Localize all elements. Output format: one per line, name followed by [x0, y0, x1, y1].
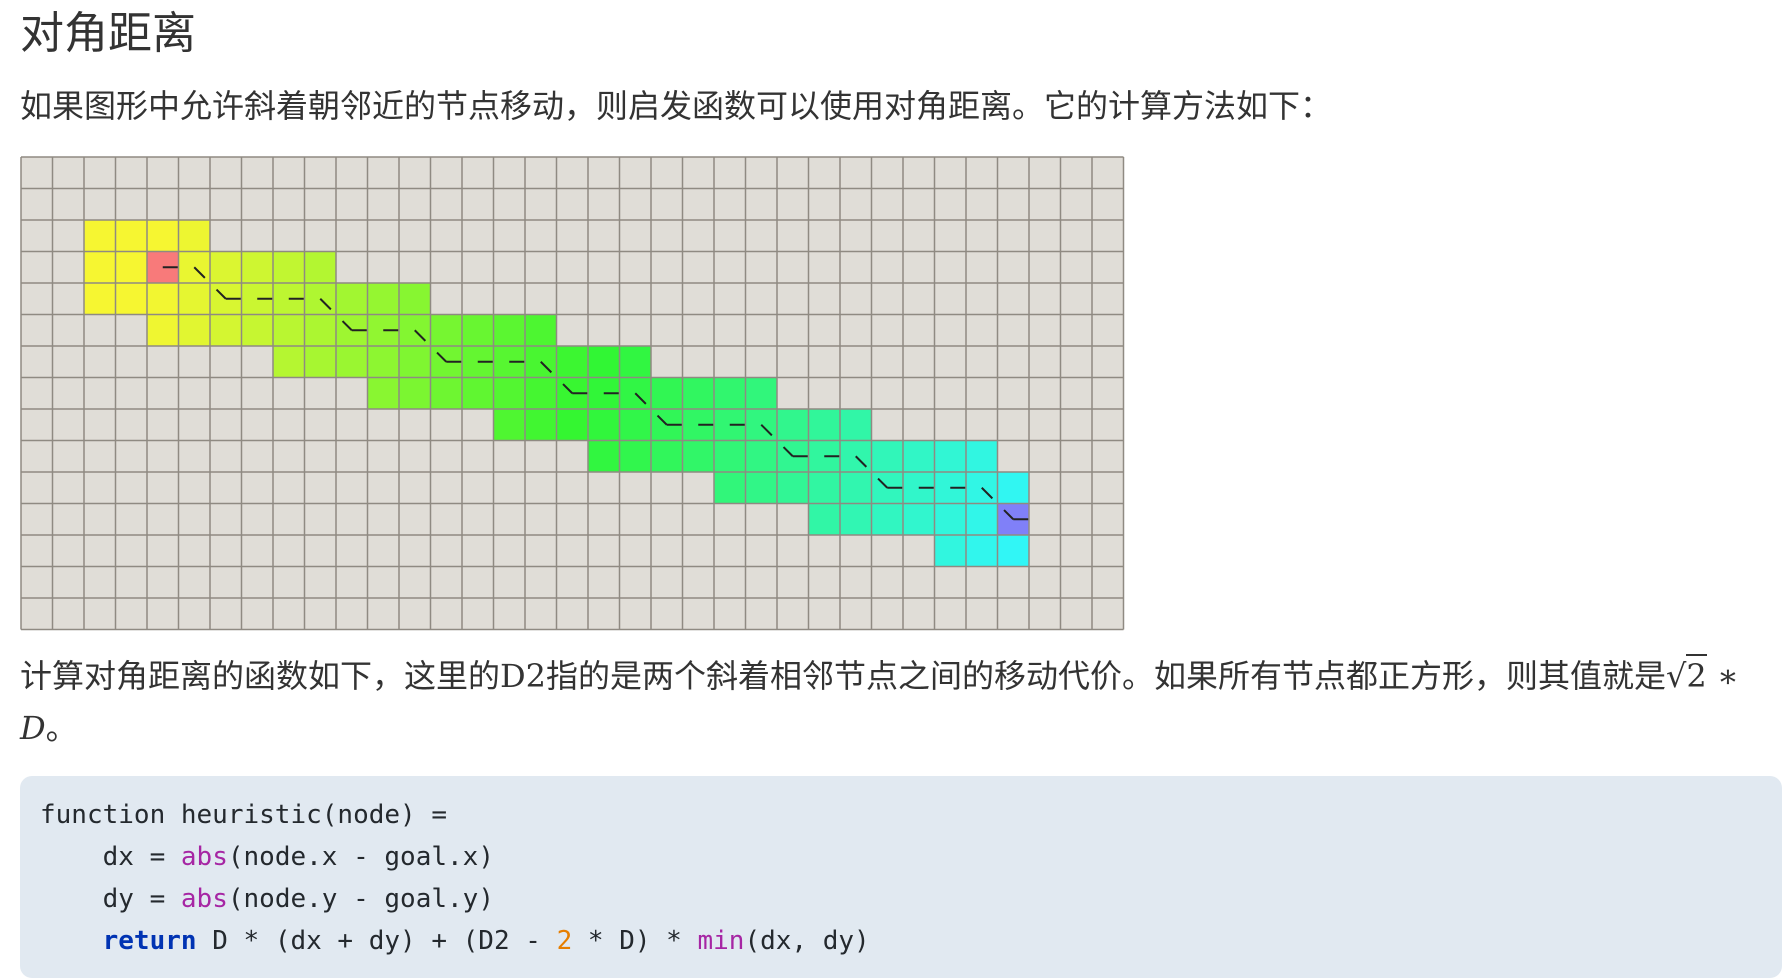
visited-cell [588, 346, 620, 378]
intro-paragraph: 如果图形中允许斜着朝邻近的节点移动，则启发函数可以使用对角距离。它的计算方法如下… [20, 87, 1333, 125]
visited-cell [745, 472, 777, 504]
visited-cell [714, 440, 746, 472]
visited-cell [714, 472, 746, 504]
visited-cell [651, 377, 683, 409]
visited-cell [304, 346, 336, 378]
radical-sign: √ [1666, 657, 1687, 695]
visited-cell [966, 535, 998, 567]
code-line-3: dy = abs(node.y - goal.y) [102, 884, 494, 914]
visited-cell [273, 314, 305, 346]
visited-cell [966, 503, 998, 535]
visited-cell [178, 220, 210, 252]
visited-cell [147, 283, 179, 315]
multiply-operator: ∗ [1706, 657, 1739, 695]
visited-cell [525, 409, 557, 441]
visited-cell [493, 409, 525, 441]
visited-cell [745, 440, 777, 472]
visited-cell [714, 377, 746, 409]
visited-cell [399, 283, 431, 315]
visited-cell [808, 503, 840, 535]
abs-function-token: abs [180, 842, 228, 872]
visited-cell [367, 346, 399, 378]
visited-cell [619, 440, 651, 472]
visited-cell [147, 314, 179, 346]
visited-cell [84, 283, 116, 315]
visited-cell [651, 440, 683, 472]
visited-cell [556, 409, 588, 441]
visited-cell [903, 503, 935, 535]
min-function-token: min [697, 926, 745, 956]
visited-cell [399, 377, 431, 409]
code-line-2: dx = abs(node.x - goal.x) [102, 842, 494, 872]
visited-cell [997, 472, 1029, 504]
visited-cell [588, 409, 620, 441]
visited-cell [840, 409, 872, 441]
visited-cell [682, 377, 714, 409]
visited-cell [367, 377, 399, 409]
section-heading: 对角距离 [20, 8, 196, 59]
visited-cell [462, 314, 494, 346]
visited-cell [147, 220, 179, 252]
visited-cell [871, 503, 903, 535]
abs-function-token: abs [180, 884, 228, 914]
visited-cell [493, 314, 525, 346]
end-punctuation: 。 [45, 709, 78, 747]
visited-cell [367, 283, 399, 315]
number-literal-token: 2 [556, 926, 573, 956]
visited-cell [745, 377, 777, 409]
visited-cell [241, 251, 273, 283]
visited-cell [934, 440, 966, 472]
return-keyword-token: return [102, 926, 197, 956]
visited-cell [336, 346, 368, 378]
visited-cell [840, 503, 872, 535]
visited-cell [682, 440, 714, 472]
visited-cell [430, 314, 462, 346]
code-line-1: function heuristic(node) = [40, 800, 447, 830]
visited-cell [808, 409, 840, 441]
code-block: function heuristic(node) = dx = abs(node… [20, 776, 1782, 978]
description-paragraph: 计算对角距离的函数如下，这里的D2指的是两个斜着相邻节点之间的移动代价。如果所有… [20, 650, 1765, 754]
visited-cell [241, 314, 273, 346]
visited-cell [997, 535, 1029, 567]
visited-cell [115, 251, 147, 283]
visited-cell [556, 346, 588, 378]
diagonal-path-grid [20, 156, 1125, 631]
visited-cell [871, 440, 903, 472]
visited-cell [210, 314, 242, 346]
visited-cell [84, 251, 116, 283]
visited-cell [966, 440, 998, 472]
visited-cell [84, 220, 116, 252]
visited-cell [304, 314, 336, 346]
visited-cell [525, 314, 557, 346]
visited-cell [210, 251, 242, 283]
visited-cell [115, 220, 147, 252]
visited-cell [273, 346, 305, 378]
visited-cell [934, 535, 966, 567]
visited-cell [934, 503, 966, 535]
visited-cell [462, 377, 494, 409]
visited-cell [903, 440, 935, 472]
visited-cell [178, 314, 210, 346]
visited-cell [304, 251, 336, 283]
visited-cell [525, 377, 557, 409]
visited-cell [808, 472, 840, 504]
visited-cell [493, 377, 525, 409]
visited-cell [777, 409, 809, 441]
visited-cell [588, 440, 620, 472]
visited-cell [430, 377, 462, 409]
visited-cell [619, 409, 651, 441]
visited-cell [619, 346, 651, 378]
radicand: 2 [1686, 654, 1707, 695]
visited-cell [399, 346, 431, 378]
visited-cell [178, 283, 210, 315]
visited-cell [273, 251, 305, 283]
visited-cell [336, 283, 368, 315]
code-line-4: return D * (dx + dy) + (D2 - 2 * D) * mi… [102, 926, 870, 956]
cost-variable-d: D [20, 709, 46, 747]
visited-cell [115, 283, 147, 315]
visited-cell [840, 472, 872, 504]
visited-cell [777, 472, 809, 504]
description-text: 计算对角距离的函数如下，这里的D2指的是两个斜着相邻节点之间的移动代价。如果所有… [20, 657, 1667, 695]
